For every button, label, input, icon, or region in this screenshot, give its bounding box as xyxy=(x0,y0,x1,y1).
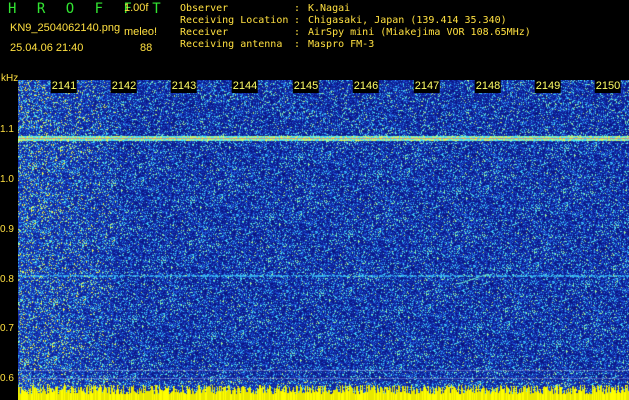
time-tick: 2143 xyxy=(170,80,198,93)
info-label: Receiving Location xyxy=(180,15,289,26)
time-tick: 2146 xyxy=(352,80,380,93)
time-tick: 2147 xyxy=(413,80,441,93)
time-tick: 2141 xyxy=(50,80,78,93)
spectrogram-plot[interactable]: 2141 2142 2143 2144 2145 2146 2147 2148 … xyxy=(18,80,629,400)
info-separator: : xyxy=(294,27,301,38)
mode-label: meleo! xyxy=(124,26,158,38)
time-tick: 2145 xyxy=(292,80,320,93)
time-tick: 2142 xyxy=(110,80,138,93)
frequency-axis xyxy=(0,72,18,400)
info-label: Receiving antenna xyxy=(180,39,283,50)
info-separator: : xyxy=(294,39,301,50)
frequency-tick: 0.8 xyxy=(0,274,14,285)
frequency-tick: 0.6 xyxy=(0,373,14,384)
info-value: K.Nagai xyxy=(308,3,351,14)
time-tick: 2150 xyxy=(594,80,622,93)
info-value: AirSpy mini (Miakejima VOR 108.65MHz) xyxy=(308,27,531,38)
station-info: Observer: K.Nagai Receiving Location: Chig… xyxy=(180,3,531,51)
observation-datetime: 25.04.06 21:40 xyxy=(10,42,84,54)
info-separator: : xyxy=(294,3,301,14)
hrofft-window: H R O F F T 1.00f KN9_2504062140.png 25.… xyxy=(0,0,629,400)
time-tick: 2148 xyxy=(474,80,502,93)
info-label: Receiver xyxy=(180,27,229,38)
frequency-tick: 1.0 xyxy=(0,174,14,185)
frequency-tick: 0.7 xyxy=(0,323,14,334)
frequency-tick: 1.1 xyxy=(0,124,14,135)
app-version: 1.00f xyxy=(124,2,149,14)
info-separator: : xyxy=(294,15,301,26)
info-value: Chigasaki, Japan (139.414 35.340) xyxy=(308,15,507,26)
time-tick: 2144 xyxy=(231,80,259,93)
spectrogram-canvas[interactable] xyxy=(18,80,629,400)
info-row-antenna: Receiving antenna: Maspro FM-3 xyxy=(180,39,531,51)
frequency-unit: kHz xyxy=(1,73,19,84)
echo-count: 88 xyxy=(140,42,153,54)
info-value: Maspro FM-3 xyxy=(308,39,375,50)
info-label: Observer xyxy=(180,3,229,14)
info-row-observer: Observer: K.Nagai xyxy=(180,3,531,15)
frequency-tick: 0.9 xyxy=(0,224,14,235)
time-tick: 2149 xyxy=(534,80,562,93)
header-panel: H R O F F T 1.00f KN9_2504062140.png 25.… xyxy=(0,0,629,80)
info-row-receiver: Receiver: AirSpy mini (Miakejima VOR 108.… xyxy=(180,27,531,39)
file-name: KN9_2504062140.png xyxy=(10,22,121,34)
info-row-location: Receiving Location: Chigasaki, Japan (139… xyxy=(180,15,531,27)
